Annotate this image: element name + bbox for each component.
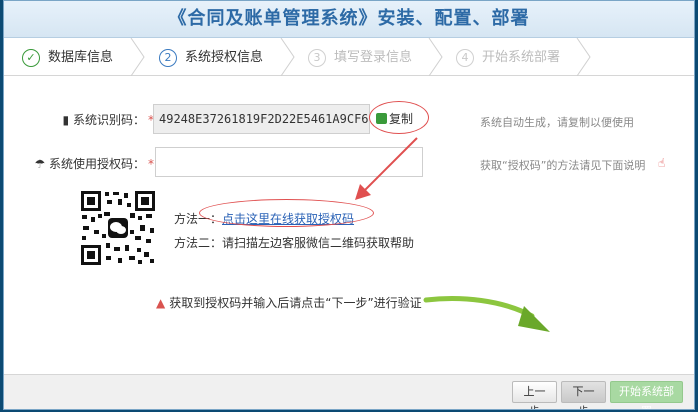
required-mark: * [148,157,154,171]
step-login-info[interactable]: 3 填写登录信息 [308,39,412,76]
pointing-hand-icon: ☝ [658,156,666,170]
step-chevron-icon [428,38,444,76]
annotation-ellipse-copy [369,101,429,134]
system-id-label: 系统识别码： [72,113,145,127]
step-wizard: ✓ 数据库信息 2 系统授权信息 3 填写登录信息 4 开始系统部署 [4,38,694,76]
step-number: 2 [159,48,177,67]
annotation-ellipse-link [199,199,374,227]
step-authorization-info[interactable]: 2 系统授权信息 [159,39,263,76]
check-icon: ✓ [22,48,40,67]
step-database-info[interactable]: ✓ 数据库信息 [22,39,113,76]
warning-text: 获取到授权码并输入后请点击“下一步”进行验证 [169,296,422,310]
title-bar: 《合同及账单管理系统》安装、配置、部署 [4,1,694,38]
method-two-text: 方法二：请扫描左边客服微信二维码获取帮助 [174,236,415,250]
step-chevron-icon [130,38,146,76]
warning-icon: ▲ [156,296,166,310]
system-id-hint: 系统自动生成，请复制以便使用 [480,116,634,129]
system-id-label-group: ▮ 系统识别码： * [62,111,154,128]
prev-button[interactable]: 上一步 [512,381,557,409]
start-deploy-button[interactable]: 开始系统部署 [610,381,683,409]
next-button[interactable]: 下一步 [561,381,606,409]
step-label: 填写登录信息 [334,50,413,65]
step-number: 4 [456,48,474,67]
auth-code-hint: 获取“授权码”的方法请见下面说明 [480,159,646,172]
green-arrow-icon [423,296,550,332]
step-label: 系统授权信息 [185,50,264,65]
wechat-qr-code [80,190,156,266]
footer-bar: 上一步 下一步 开始系统部署 [4,374,694,409]
step-chevron-icon [576,38,592,76]
step-number: 3 [308,48,326,67]
step-label: 数据库信息 [48,50,114,65]
page-title: 《合同及账单管理系统》安装、配置、部署 [168,8,530,29]
annotation-arrow-icon [355,137,418,200]
shield-icon: ▮ [62,113,70,127]
auth-code-label: 系统使用授权码： [48,157,145,171]
system-id-field[interactable]: 49248E37261819F2D22E5461A9CF69407 [153,104,370,134]
step-label: 开始系统部署 [482,50,561,65]
step-start-deploy[interactable]: 4 开始系统部署 [456,39,560,76]
step-chevron-icon [280,38,296,76]
umbrella-icon: ☂ [34,157,46,171]
auth-code-label-group: ☂ 系统使用授权码： * [32,155,154,172]
warning-row: ▲ 获取到授权码并输入后请点击“下一步”进行验证 [156,294,422,311]
installer-window: 《合同及账单管理系统》安装、配置、部署 ✓ 数据库信息 2 系统授权信息 3 填写登录… [3,0,695,410]
